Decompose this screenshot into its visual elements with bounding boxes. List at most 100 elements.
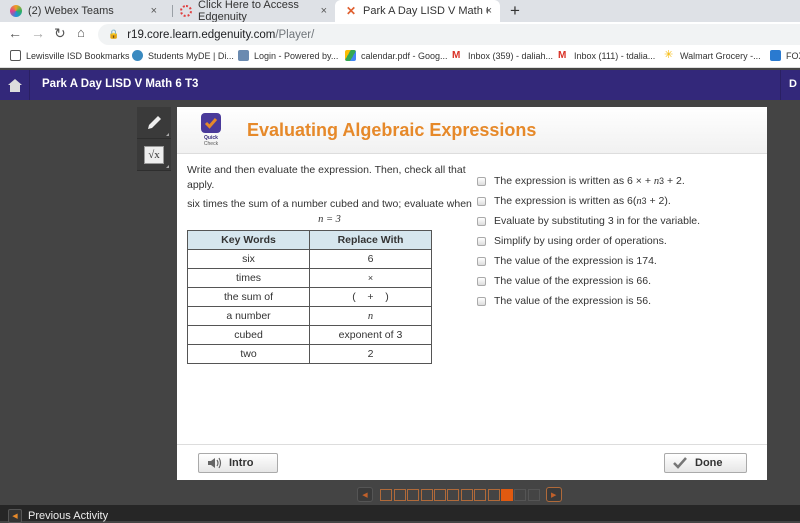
tool-palette: √x (137, 107, 171, 171)
pager-next-button[interactable]: ▶ (545, 487, 562, 502)
table-row: six 6 (187, 249, 432, 269)
pager-page-9[interactable] (487, 488, 500, 501)
login-icon (238, 50, 249, 61)
activity-card: Quick Check Evaluating Algebraic Express… (177, 107, 767, 480)
pager-page-10[interactable] (500, 488, 513, 501)
url-input[interactable]: 🔒 r19.core.learn.edgenuity.com/Player/ (98, 24, 800, 45)
pager-page-12[interactable] (527, 488, 540, 501)
key-words-table: Key Words Replace With six 6 times × the s… (187, 230, 432, 364)
google-drive-icon (345, 50, 356, 61)
pencil-tool-button[interactable] (137, 107, 171, 139)
pager-page-1[interactable] (380, 488, 393, 501)
globe-icon (132, 50, 143, 61)
pager-page-2[interactable] (393, 488, 406, 501)
tab-edgenuity-access[interactable]: Click Here to Access Edgenuity × (170, 0, 335, 23)
bottom-bar: ◀ Previous Activity (0, 505, 800, 523)
gmail-icon: M (452, 50, 461, 61)
checkbox[interactable] (477, 296, 486, 306)
tab-park-a-day[interactable]: ✕ Park A Day LISD V Math 6 T3 - E × (335, 0, 500, 22)
back-icon[interactable]: ← (8, 25, 22, 41)
bookmarks-bar: Lewisville ISD Bookmarks Students MyDE |… (0, 46, 800, 68)
pager-page-6[interactable] (447, 488, 460, 501)
lock-icon: 🔒 (108, 29, 120, 39)
house-icon (7, 78, 22, 92)
course-title: Park A Day LISD V Math 6 T3 (42, 78, 199, 90)
bookmark-inbox-111[interactable]: M Inbox (111) - tdalia... (558, 50, 655, 61)
pager-page-4[interactable] (420, 488, 433, 501)
calculator-tool-button[interactable]: √x (137, 139, 171, 171)
webex-icon (10, 5, 22, 17)
bookmark-inbox-359[interactable]: M Inbox (359) - daliah... (452, 50, 553, 61)
reload-icon[interactable]: ↻ (54, 25, 66, 42)
home-button[interactable] (0, 70, 30, 100)
pager-prev-button[interactable]: ◀ (357, 487, 373, 502)
checkbox[interactable] (477, 216, 486, 226)
activity-header: Quick Check Evaluating Algebraic Express… (177, 107, 767, 154)
table-header-row: Key Words Replace With (187, 230, 432, 250)
browser-tab-bar: (2) Webex Teams × Click Here to Access E… (0, 0, 800, 23)
activity-footer: Intro Done (177, 444, 767, 480)
quick-check-badge: Quick Check (201, 113, 221, 147)
pager-page-8[interactable] (474, 488, 487, 501)
checkmark-icon (673, 457, 687, 469)
square-root-icon: √x (144, 145, 164, 164)
expand-corner (166, 165, 169, 168)
fox-icon (770, 50, 781, 61)
walmart-icon: ✳ (664, 49, 674, 61)
bookmark-fox[interactable]: FOX (770, 50, 800, 61)
table-row: a number n (187, 306, 432, 326)
checkbox[interactable] (477, 236, 486, 246)
forward-icon[interactable]: → (31, 25, 45, 41)
checkbox[interactable] (477, 276, 486, 286)
option-written-a[interactable]: The expression is written as 6 × + n3 + … (477, 171, 700, 191)
option-value-66[interactable]: The value of the expression is 66. (477, 271, 700, 291)
checkbox[interactable] (477, 176, 486, 186)
course-nav-bar: Park A Day LISD V Math 6 T3 D (0, 70, 800, 100)
home-icon[interactable]: ⌂ (77, 25, 85, 40)
evaluate-condition: n = 3 (318, 214, 341, 225)
pager-page-3[interactable] (407, 488, 420, 501)
table-row: the sum of( + ) (187, 287, 432, 307)
table-row: times × (187, 268, 432, 288)
bookmark-lewisville[interactable]: Lewisville ISD Bookmarks (10, 50, 130, 61)
pager-cells (379, 488, 540, 501)
new-tab-button[interactable]: + (510, 1, 520, 21)
right-arrow-icon: ▶ (550, 491, 557, 499)
pager-page-11[interactable] (514, 488, 527, 501)
option-substitute[interactable]: Evaluate by substituting 3 in for the va… (477, 211, 700, 231)
option-value-56[interactable]: The value of the expression is 56. (477, 291, 700, 311)
bookmark-calendar[interactable]: calendar.pdf - Goog... (345, 50, 448, 61)
intro-button[interactable]: Intro (198, 453, 278, 473)
checkbox[interactable] (477, 256, 486, 266)
expand-corner (166, 133, 169, 136)
close-tab-icon[interactable]: × (486, 5, 492, 17)
option-order-of-operations[interactable]: Simplify by using order of operations. (477, 231, 700, 251)
pencil-icon (148, 115, 161, 129)
checkbox[interactable] (477, 196, 486, 206)
verbal-phrase: six times the sum of a number cubed and … (187, 198, 472, 225)
answer-options: The expression is written as 6 × + n3 + … (477, 171, 700, 311)
done-button[interactable]: Done (664, 453, 747, 473)
option-written-b[interactable]: The expression is written as 6(n 3 + 2). (477, 191, 700, 211)
folder-icon (10, 50, 21, 61)
gmail-icon: M (558, 50, 567, 61)
course-nav-right[interactable]: D (780, 70, 800, 100)
pager-page-5[interactable] (433, 488, 446, 501)
activity-title: Evaluating Algebraic Expressions (247, 120, 537, 140)
option-value-174[interactable]: The value of the expression is 174. (477, 251, 700, 271)
table-row: cubed exponent of 3 (187, 325, 432, 345)
table-row: two 2 (187, 344, 432, 364)
close-tab-icon[interactable]: × (321, 5, 327, 17)
tab-webex[interactable]: (2) Webex Teams × (0, 0, 165, 22)
bookmark-login[interactable]: Login - Powered by... (238, 50, 338, 61)
left-arrow-icon: ◀ (362, 491, 368, 499)
speaker-icon (208, 457, 222, 469)
close-tab-icon[interactable]: × (151, 5, 157, 17)
edgenuity-ring-icon (180, 5, 192, 17)
pager-page-7[interactable] (460, 488, 473, 501)
bookmark-walmart[interactable]: ✳ Walmart Grocery -... (664, 50, 761, 61)
checkmark-icon (201, 113, 221, 133)
question-prompt: Write and then evaluate the expression. … (187, 164, 466, 191)
bookmark-mydE[interactable]: Students MyDE | Di... (132, 50, 234, 61)
edgenuity-x-icon: ✕ (345, 4, 357, 18)
